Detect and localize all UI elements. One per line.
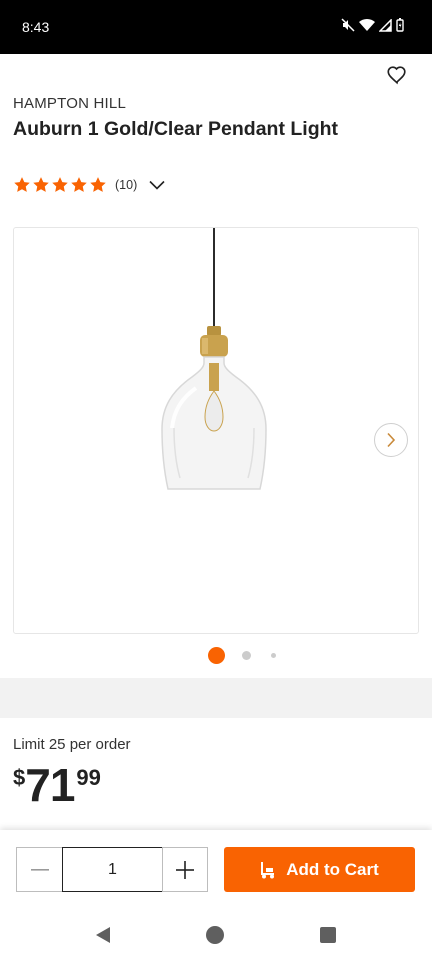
add-to-cart-bar: Add to Cart	[0, 830, 432, 910]
gallery-next-button[interactable]	[374, 423, 408, 457]
pendant-light-image	[161, 228, 267, 490]
price-cents: 99	[76, 765, 101, 790]
product-brand[interactable]: HAMPTON HILL	[13, 95, 126, 112]
cart-dolly-icon	[261, 861, 275, 878]
minus-icon	[30, 868, 49, 871]
quantity-input[interactable]	[62, 847, 163, 892]
product-image-gallery[interactable]	[13, 227, 419, 634]
wifi-icon	[359, 18, 375, 31]
home-icon[interactable]	[206, 926, 224, 944]
rating-count[interactable]: (10)	[115, 178, 137, 192]
product-price: $ 71 99	[13, 760, 101, 810]
product-title: Auburn 1 Gold/Clear Pendant Light	[13, 118, 339, 140]
quantity-decrease-button[interactable]	[16, 847, 63, 892]
order-limit-text: Limit 25 per order	[13, 736, 131, 753]
product-rating[interactable]: (10)	[13, 176, 165, 194]
star-icon	[33, 177, 49, 192]
recents-icon[interactable]	[320, 927, 336, 943]
chevron-right-icon	[387, 432, 396, 448]
pagination-dot[interactable]	[271, 653, 276, 658]
quantity-increase-button[interactable]	[162, 847, 208, 892]
battery-icon	[396, 18, 404, 32]
mute-icon	[341, 18, 355, 32]
star-icon	[52, 177, 68, 192]
add-to-cart-button[interactable]: Add to Cart	[224, 847, 415, 892]
star-icon	[71, 177, 87, 192]
favorite-button[interactable]	[386, 64, 408, 86]
add-to-cart-label: Add to Cart	[286, 859, 379, 879]
chevron-down-icon[interactable]	[149, 180, 165, 190]
plus-icon	[176, 860, 194, 879]
heart-outline-icon	[387, 66, 406, 85]
signal-icon	[379, 18, 392, 32]
status-time: 8:43	[22, 19, 50, 35]
section-separator	[0, 678, 432, 718]
back-icon[interactable]	[95, 926, 111, 944]
gallery-pagination	[0, 645, 432, 665]
pagination-dot[interactable]	[242, 651, 251, 660]
price-currency: $	[13, 765, 26, 790]
pagination-dot-active[interactable]	[208, 647, 225, 664]
star-icon	[14, 177, 30, 192]
price-dollars: 71	[25, 759, 75, 811]
system-nav-bar	[0, 910, 432, 960]
star-icon	[90, 177, 106, 192]
status-bar: 8:43	[0, 0, 432, 54]
rating-stars	[13, 176, 107, 194]
status-icons	[341, 18, 404, 32]
